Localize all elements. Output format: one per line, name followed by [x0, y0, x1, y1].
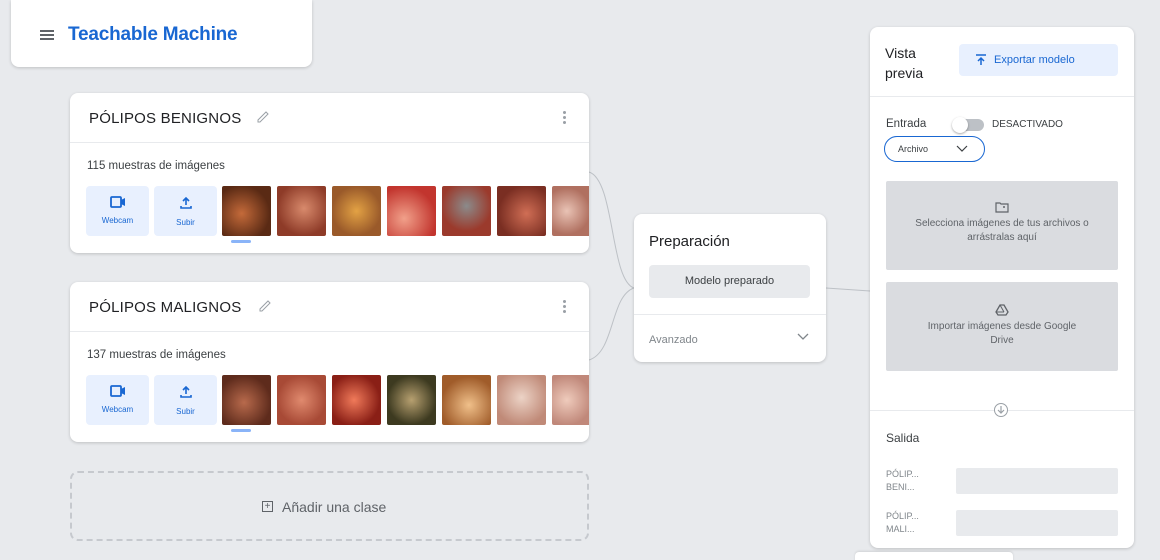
webcam-button[interactable]: Webcam	[86, 186, 149, 236]
add-class-label: Añadir una clase	[282, 499, 387, 515]
add-icon: +	[262, 501, 273, 512]
app-header: Teachable Machine	[11, 0, 312, 67]
advanced-toggle[interactable]: Avanzado	[634, 315, 826, 362]
export-label: Exportar modelo	[994, 54, 1075, 66]
divider	[870, 96, 1134, 97]
train-model-button[interactable]: Modelo preparado	[649, 265, 810, 298]
class-name[interactable]: PÓLIPOS BENIGNOS	[89, 110, 241, 127]
export-icon	[976, 54, 986, 65]
sample-thumbnail[interactable]	[497, 186, 546, 236]
output-class-line: PÓLIP...	[886, 469, 919, 479]
preview-card: Vista previa Exportar modelo Entrada DES…	[870, 27, 1134, 548]
chevron-down-icon	[956, 145, 968, 152]
drive-import-text: Importar imágenes desde Google Drive	[927, 321, 1077, 346]
webcam-icon	[109, 196, 125, 208]
sample-thumbnail[interactable]	[277, 186, 326, 236]
bottom-panel-tab[interactable]	[855, 552, 1013, 560]
sample-thumbnail[interactable]	[552, 186, 589, 236]
sample-thumbnail[interactable]	[552, 375, 589, 425]
toggle-knob	[952, 117, 968, 133]
add-class-button[interactable]: + Añadir una clase	[70, 471, 589, 541]
upload-label: Subir	[176, 407, 195, 416]
output-class-line: BENI...	[886, 482, 915, 492]
toggle-state-label: DESACTIVADO	[992, 119, 1063, 130]
more-options-icon[interactable]	[563, 111, 567, 127]
sample-thumbnail[interactable]	[222, 375, 271, 425]
edit-pencil-icon[interactable]	[255, 109, 271, 125]
edit-pencil-icon[interactable]	[257, 298, 273, 314]
input-toggle[interactable]	[952, 117, 984, 133]
sample-thumbnail[interactable]	[387, 375, 436, 425]
sample-thumbnail[interactable]	[442, 375, 491, 425]
input-source-select[interactable]: Archivo	[884, 136, 985, 162]
class-name[interactable]: PÓLIPOS MALIGNOS	[89, 299, 241, 316]
export-model-button[interactable]: Exportar modelo	[959, 44, 1118, 76]
upload-icon	[179, 196, 192, 209]
output-label: Salida	[886, 431, 920, 445]
input-label: Entrada	[886, 118, 927, 130]
output-confidence-bar	[956, 468, 1118, 494]
sample-thumbnail[interactable]	[332, 186, 381, 236]
class-card-malignos: PÓLIPOS MALIGNOS 137 muestras de imágene…	[70, 282, 589, 442]
sample-count: 115 muestras de imágenes	[87, 160, 225, 172]
upload-button[interactable]: Subir	[154, 375, 217, 425]
output-class-line: PÓLIP...	[886, 511, 919, 521]
thumbnail-scroll-indicator[interactable]	[231, 429, 251, 432]
sample-thumbnail[interactable]	[387, 186, 436, 236]
sample-thumbnail[interactable]	[332, 375, 381, 425]
sample-thumbnail[interactable]	[222, 186, 271, 236]
google-drive-icon	[995, 304, 1009, 316]
sample-thumbnail[interactable]	[442, 186, 491, 236]
more-options-icon[interactable]	[563, 300, 567, 316]
file-drop-text: Selecciona imágenes de tus archivos o ar…	[915, 218, 1089, 243]
output-confidence-bar	[956, 510, 1118, 536]
upload-icon	[179, 385, 192, 398]
arrow-down-icon	[994, 403, 1008, 417]
webcam-button[interactable]: Webcam	[86, 375, 149, 425]
class-title-row: PÓLIPOS BENIGNOS	[70, 93, 589, 143]
upload-label: Subir	[176, 218, 195, 227]
google-drive-import[interactable]: Importar imágenes desde Google Drive	[886, 282, 1118, 371]
output-class-label: PÓLIP... BENI...	[886, 468, 936, 494]
sample-count: 137 muestras de imágenes	[87, 349, 226, 361]
advanced-label: Avanzado	[649, 334, 698, 346]
training-card: Preparación Modelo preparado Avanzado	[634, 214, 826, 362]
sample-thumbnail[interactable]	[277, 375, 326, 425]
webcam-icon	[109, 385, 125, 397]
training-title: Preparación	[649, 233, 730, 250]
file-drop-zone[interactable]: Selecciona imágenes de tus archivos o ar…	[886, 181, 1118, 270]
class-title-row: PÓLIPOS MALIGNOS	[70, 282, 589, 332]
webcam-label: Webcam	[101, 216, 134, 225]
app-title[interactable]: Teachable Machine	[68, 24, 238, 46]
preview-title: Vista previa	[885, 45, 924, 81]
chevron-down-icon	[797, 333, 809, 340]
output-class-label: PÓLIP... MALI...	[886, 510, 936, 536]
folder-icon	[995, 202, 1009, 213]
webcam-label: Webcam	[101, 405, 134, 414]
menu-icon[interactable]	[40, 30, 54, 40]
thumbnail-scroll-indicator[interactable]	[231, 240, 251, 243]
sample-thumbnail[interactable]	[497, 375, 546, 425]
class-card-benignos: PÓLIPOS BENIGNOS 115 muestras de imágene…	[70, 93, 589, 253]
output-class-line: MALI...	[886, 524, 915, 534]
source-select-value: Archivo	[898, 144, 929, 154]
upload-button[interactable]: Subir	[154, 186, 217, 236]
